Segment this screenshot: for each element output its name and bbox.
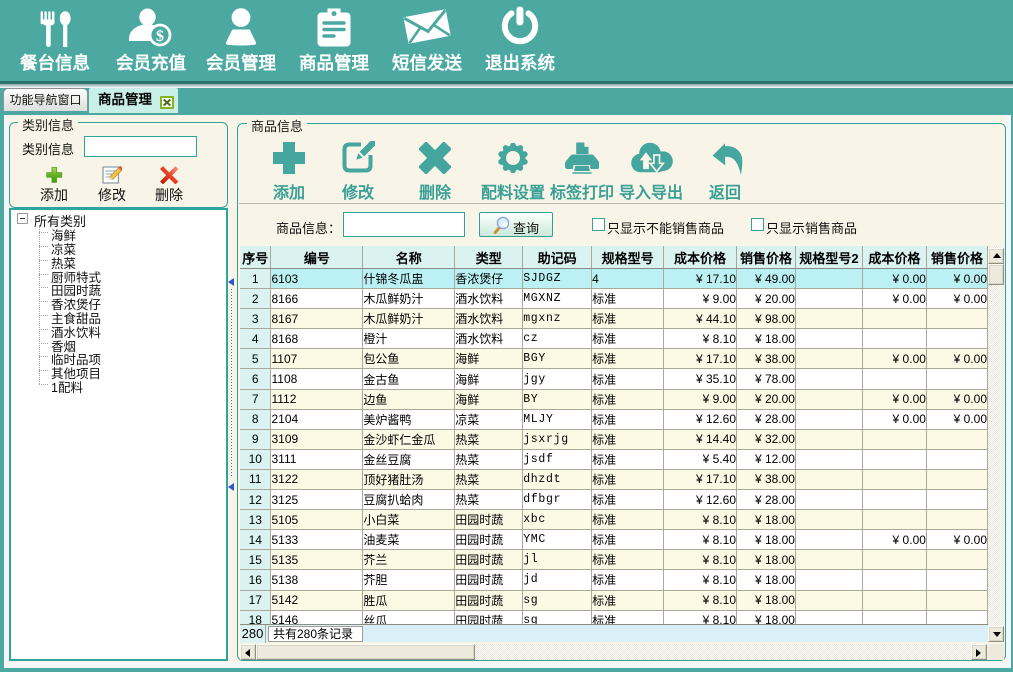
svg-text:$: $ (156, 28, 164, 45)
